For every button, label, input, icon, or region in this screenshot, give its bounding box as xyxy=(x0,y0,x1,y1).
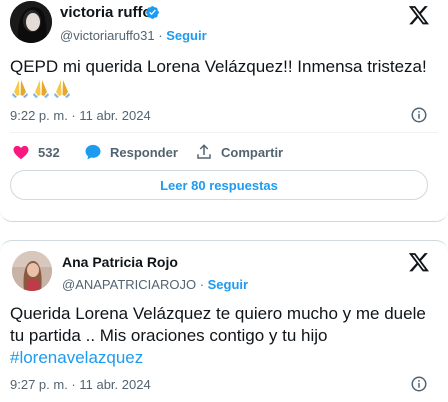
author-name[interactable]: Ana Patricia Rojo xyxy=(62,254,178,270)
follow-button[interactable]: Seguir xyxy=(166,28,206,43)
tweet-card-2: Ana Patricia Rojo @ANAPATRICIAROJO · Seg… xyxy=(0,240,448,402)
reply-bubble-icon xyxy=(85,144,101,160)
timestamp[interactable]: 9:27 p. m. · 11 abr. 2024 xyxy=(10,377,151,392)
emoji-group xyxy=(10,79,73,98)
like-count: 532 xyxy=(38,144,60,160)
follow-button[interactable]: Seguir xyxy=(208,277,248,292)
timestamp[interactable]: 9:22 p. m. · 11 abr. 2024 xyxy=(10,108,151,123)
folded-hands-icon xyxy=(33,80,49,98)
avatar[interactable] xyxy=(10,1,52,43)
hashtag-link[interactable]: #lorenavelazquez xyxy=(10,348,143,367)
info-icon[interactable] xyxy=(410,106,428,124)
author-handle[interactable]: @ANAPATRICIAROJO xyxy=(62,277,196,292)
like-button[interactable]: 532 xyxy=(12,141,60,163)
divider xyxy=(10,132,438,133)
handle-row: @ANAPATRICIAROJO · Seguir xyxy=(62,277,249,292)
info-icon[interactable] xyxy=(410,375,428,393)
heart-icon xyxy=(13,145,29,160)
read-replies-button[interactable]: Leer 80 respuestas xyxy=(10,170,428,200)
verified-badge-icon xyxy=(146,6,159,19)
share-button[interactable]: Compartir xyxy=(195,141,283,163)
handle-row: @victoriaruffo31 · Seguir xyxy=(60,28,207,43)
reply-button[interactable]: Responder xyxy=(84,141,178,163)
author-handle[interactable]: @victoriaruffo31 xyxy=(60,28,155,43)
folded-hands-icon xyxy=(54,80,70,98)
x-logo-icon[interactable] xyxy=(408,251,430,273)
tweet-card-1: victoria ruffo @victoriaruffo31 · Seguir… xyxy=(0,0,448,222)
share-icon xyxy=(197,144,211,159)
folded-hands-icon xyxy=(12,80,28,98)
tweet-text: QEPD mi querida Lorena Velázquez!! Inmen… xyxy=(10,56,430,100)
author-name[interactable]: victoria ruffo xyxy=(60,4,152,21)
avatar[interactable] xyxy=(12,251,52,291)
tweet-separator xyxy=(0,222,448,240)
x-logo-icon[interactable] xyxy=(408,4,430,26)
tweet-text: Querida Lorena Velázquez te quiero mucho… xyxy=(10,304,426,367)
tweet-actions: 532 Responder Compartir xyxy=(10,141,430,163)
